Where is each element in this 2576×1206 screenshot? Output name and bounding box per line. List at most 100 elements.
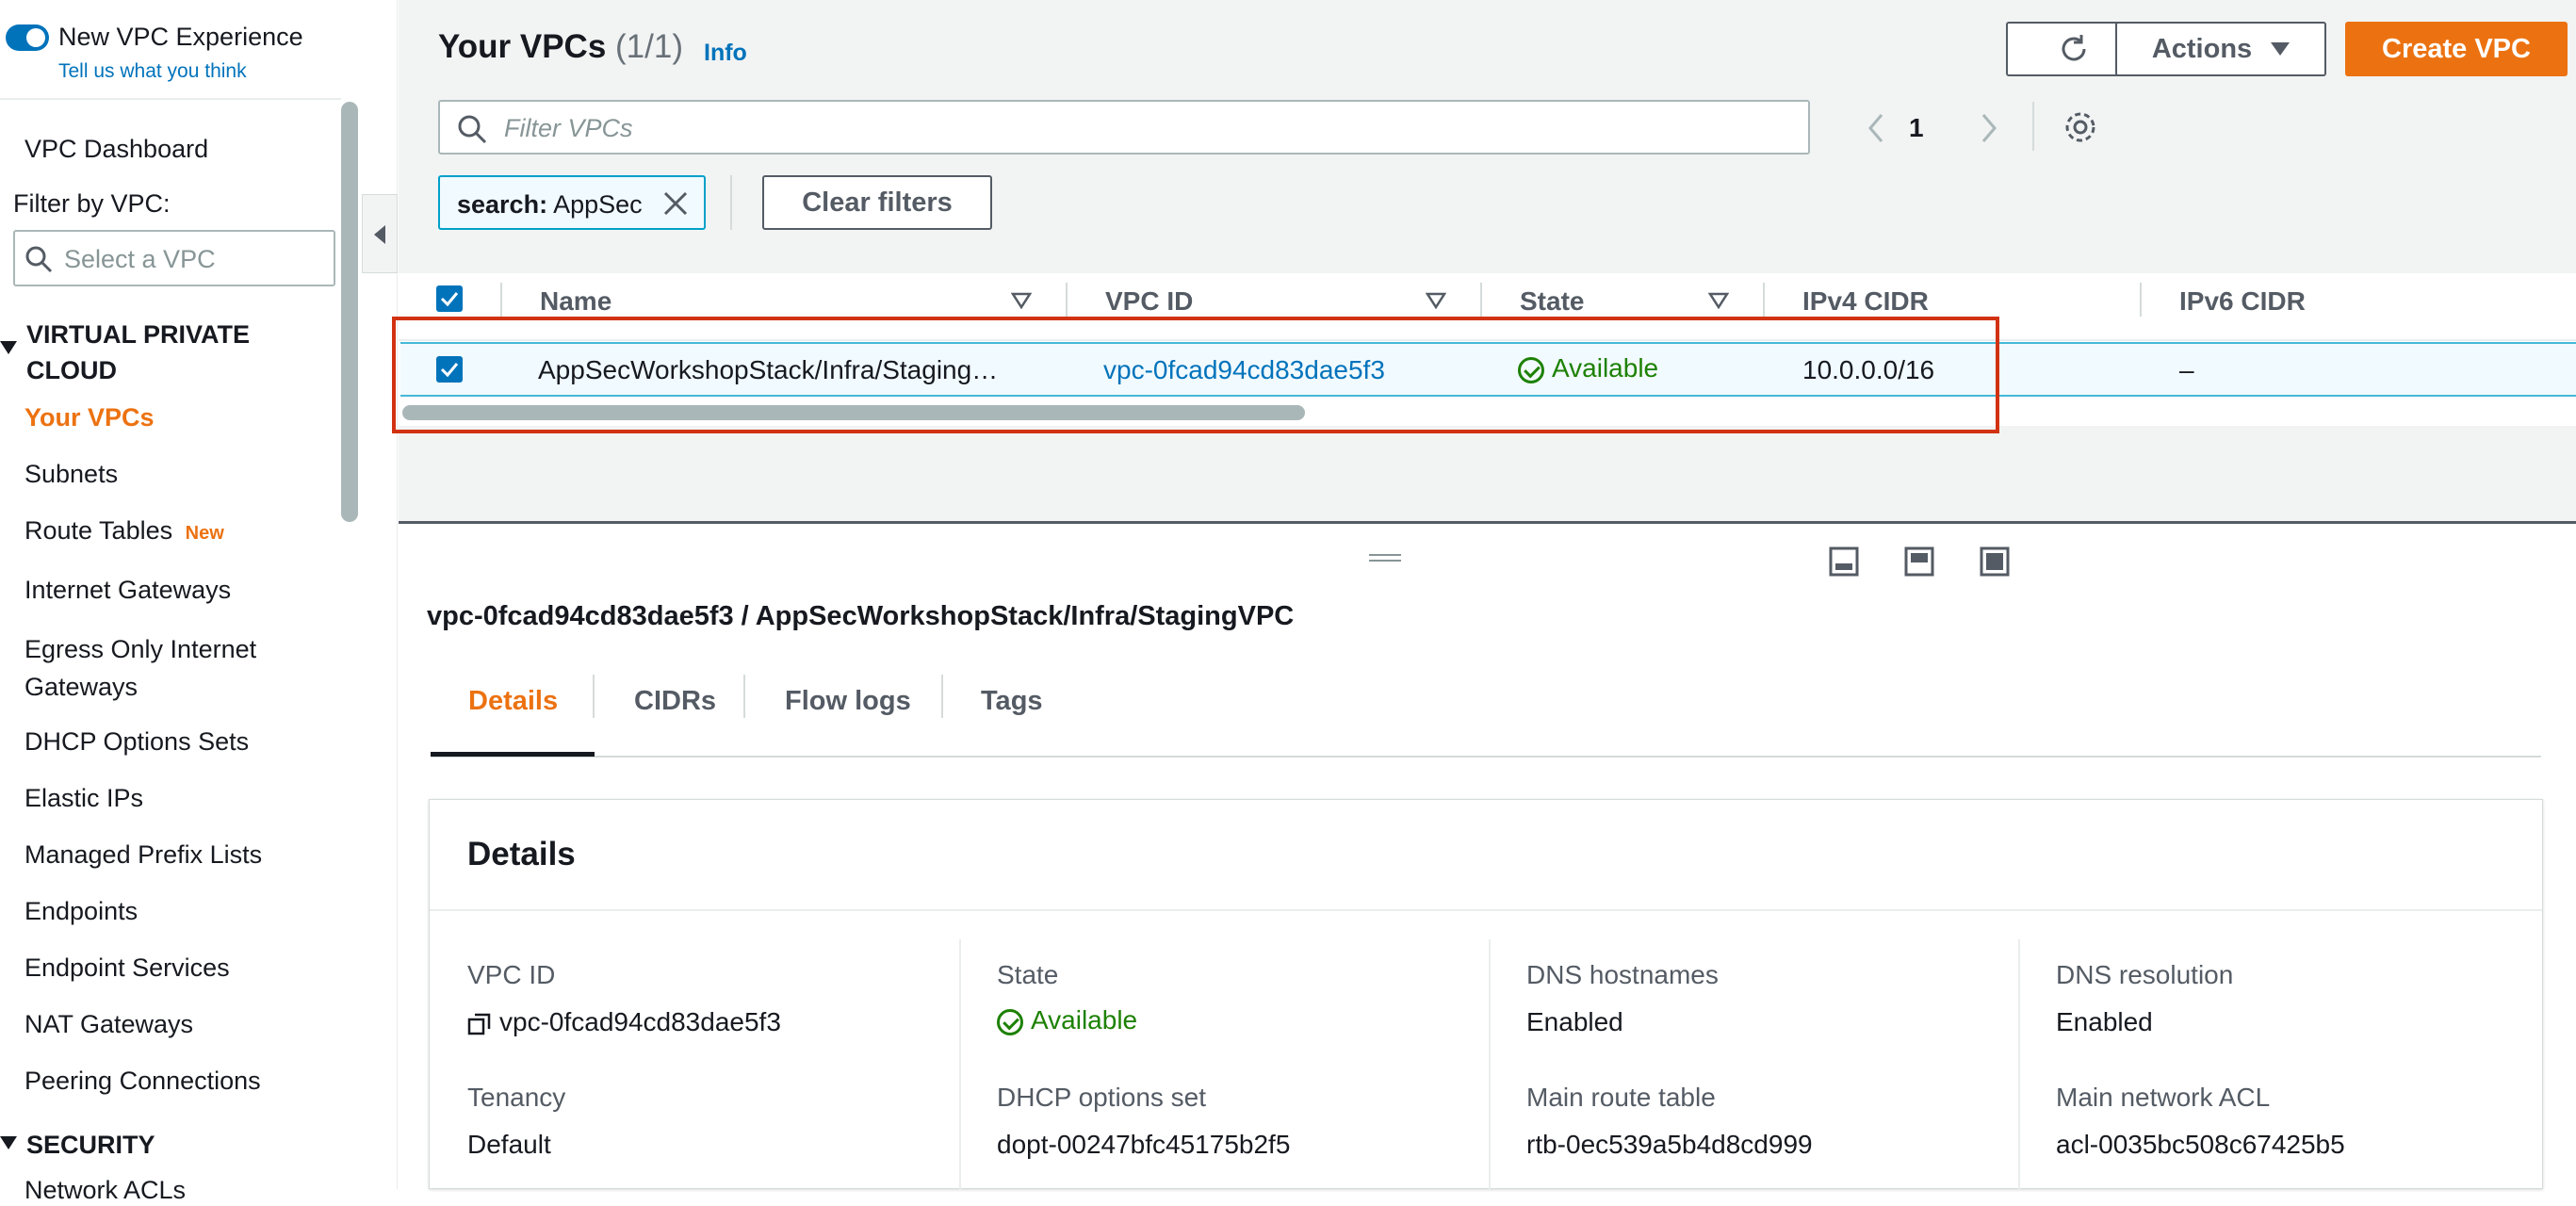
sidebar-item-endpoints[interactable]: Endpoints <box>24 895 138 927</box>
tab-divider <box>593 675 595 718</box>
column-divider <box>1480 283 1482 317</box>
actions-button[interactable]: Actions <box>2115 22 2326 76</box>
sidebar-item-vpc-dashboard[interactable]: VPC Dashboard <box>24 133 208 165</box>
sort-down-icon[interactable] <box>1426 292 1446 309</box>
sidebar-item-subnets[interactable]: Subnets <box>24 458 118 490</box>
sort-down-icon[interactable] <box>1011 292 1032 309</box>
column-divider <box>1763 283 1765 317</box>
sidebar: New VPC Experience Tell us what you thin… <box>0 0 398 1204</box>
vpc-id-label: VPC ID <box>467 960 556 989</box>
column-divider <box>2018 939 2020 1190</box>
info-link[interactable]: Info <box>704 40 747 67</box>
filter-placeholder: Filter VPCs <box>504 114 633 142</box>
tab-flow-logs[interactable]: Flow logs <box>785 686 911 717</box>
panel-side-icon[interactable] <box>1904 546 1934 577</box>
tenancy-label: Tenancy <box>467 1083 566 1112</box>
filter-by-vpc-label: Filter by VPC: <box>13 189 171 218</box>
remove-filter-close-icon[interactable] <box>662 190 689 217</box>
caret-down-icon <box>0 341 17 354</box>
tab-details[interactable]: Details <box>468 686 558 717</box>
clear-filters-button[interactable]: Clear filters <box>762 175 992 230</box>
sidebar-item-peering-connections[interactable]: Peering Connections <box>24 1065 261 1097</box>
sidebar-scrollbar[interactable] <box>341 102 358 522</box>
main-network-acl-label: Main network ACL <box>2056 1083 2271 1112</box>
sidebar-item-internet-gateways[interactable]: Internet Gateways <box>24 574 231 606</box>
sidebar-item-nat-gateways[interactable]: NAT Gateways <box>24 1008 193 1040</box>
sidebar-item-egress-only-internet-gateways[interactable]: Egress Only Internet Gateways <box>24 630 326 706</box>
caret-down-icon <box>0 1136 17 1149</box>
tab-tags[interactable]: Tags <box>981 686 1043 717</box>
page-title: Your VPCs (1/1) <box>438 28 683 66</box>
actions-label: Actions <box>2151 33 2253 64</box>
feedback-link[interactable]: Tell us what you think <box>58 60 247 83</box>
next-page-icon[interactable] <box>1978 111 2000 145</box>
collapse-sidebar-button[interactable] <box>362 194 398 273</box>
select-all-checkbox[interactable] <box>436 285 463 312</box>
panel-full-icon[interactable] <box>1980 546 2010 577</box>
prev-page-icon[interactable] <box>1865 111 1887 145</box>
highlight-annotation-box <box>392 317 1999 433</box>
state-value: Available <box>997 1005 1137 1035</box>
panel-bottom-icon[interactable] <box>1829 546 1859 577</box>
sidebar-item-elastic-ips[interactable]: Elastic IPs <box>24 782 143 814</box>
filter-token-text: search: AppSec <box>457 190 643 220</box>
card-header-border <box>430 909 2542 911</box>
tabs-border <box>431 756 2541 758</box>
copy-icon[interactable] <box>467 1012 492 1036</box>
create-vpc-button[interactable]: Create VPC <box>2345 22 2568 76</box>
section-virtual-private-cloud[interactable]: VIRTUAL PRIVATE CLOUD <box>26 317 309 388</box>
sidebar-item-label: Route Tables <box>24 516 173 545</box>
main-route-table-link[interactable]: rtb-0ec539a5b4d8cd999 <box>1526 1130 1813 1160</box>
tab-cidrs[interactable]: CIDRs <box>634 686 716 717</box>
page-number[interactable]: 1 <box>1909 113 1924 143</box>
resize-handle-icon[interactable] <box>1369 554 1401 562</box>
sidebar-item-your-vpcs[interactable]: Your VPCs <box>24 401 155 433</box>
token-divider <box>730 175 732 230</box>
filter-vpcs-input[interactable]: Filter VPCs <box>438 100 1810 155</box>
new-badge: New <box>185 523 224 544</box>
vpc-selector-placeholder: Select a VPC <box>64 245 216 273</box>
checkmark-icon <box>440 292 459 307</box>
state-text: Available <box>1031 1005 1138 1035</box>
column-header-state[interactable]: State <box>1520 286 1584 317</box>
caret-down-icon <box>2271 42 2291 56</box>
detail-title: vpc-0fcad94cd83dae5f3 / AppSecWorkshopSt… <box>427 601 1295 631</box>
dhcp-options-link[interactable]: dopt-00247bfc45175b2f5 <box>997 1130 1290 1160</box>
vpc-list-panel: Your VPCs (1/1) Info Actions Create VPC … <box>392 0 2576 433</box>
column-divider <box>500 283 502 317</box>
search-icon <box>25 246 53 273</box>
sidebar-item-managed-prefix-lists[interactable]: Managed Prefix Lists <box>24 839 262 871</box>
column-header-name[interactable]: Name <box>540 286 611 317</box>
search-icon <box>458 115 487 144</box>
details-card: Details VPC ID vpc-0fcad94cd83dae5f3 Sta… <box>429 799 2543 1190</box>
column-header-vpc-id[interactable]: VPC ID <box>1105 286 1193 317</box>
filter-token-value: AppSec <box>553 190 643 219</box>
sidebar-divider <box>0 98 341 100</box>
dns-resolution-value: Enabled <box>2056 1007 2153 1036</box>
tab-divider <box>941 675 943 718</box>
caret-left-icon <box>374 225 385 244</box>
main-network-acl-link[interactable]: acl-0035bc508c67425b5 <box>2056 1130 2345 1160</box>
sidebar-item-route-tables[interactable]: Route Tables New <box>24 514 224 549</box>
sidebar-item-endpoint-services[interactable]: Endpoint Services <box>24 952 230 984</box>
state-label: State <box>997 960 1059 989</box>
new-vpc-experience-toggle[interactable] <box>6 24 49 51</box>
vpc-count: (1/1) <box>615 28 683 65</box>
column-header-ipv6-cidr[interactable]: IPv6 CIDR <box>2179 286 2306 317</box>
filter-token-key: search: <box>457 190 548 219</box>
dns-resolution-label: DNS resolution <box>2056 960 2234 989</box>
main-route-table-label: Main route table <box>1526 1083 1716 1112</box>
section-security[interactable]: SECURITY <box>26 1127 155 1163</box>
sort-down-icon[interactable] <box>1708 292 1729 309</box>
row-ipv6-cidr: – <box>2179 355 2194 384</box>
tenancy-value: Default <box>467 1130 551 1159</box>
column-header-ipv4-cidr[interactable]: IPv4 CIDR <box>1802 286 1929 317</box>
settings-gear-icon[interactable] <box>2062 109 2098 145</box>
vpc-selector[interactable]: Select a VPC <box>13 230 335 286</box>
column-divider <box>1066 283 1068 317</box>
main-content: Your VPCs (1/1) Info Actions Create VPC … <box>392 0 2576 1190</box>
sidebar-item-network-acls[interactable]: Network ACLs <box>24 1174 186 1206</box>
filter-token[interactable]: search: AppSec <box>438 175 706 230</box>
sidebar-item-dhcp-options-sets[interactable]: DHCP Options Sets <box>24 725 249 758</box>
active-tab-indicator <box>431 752 595 757</box>
